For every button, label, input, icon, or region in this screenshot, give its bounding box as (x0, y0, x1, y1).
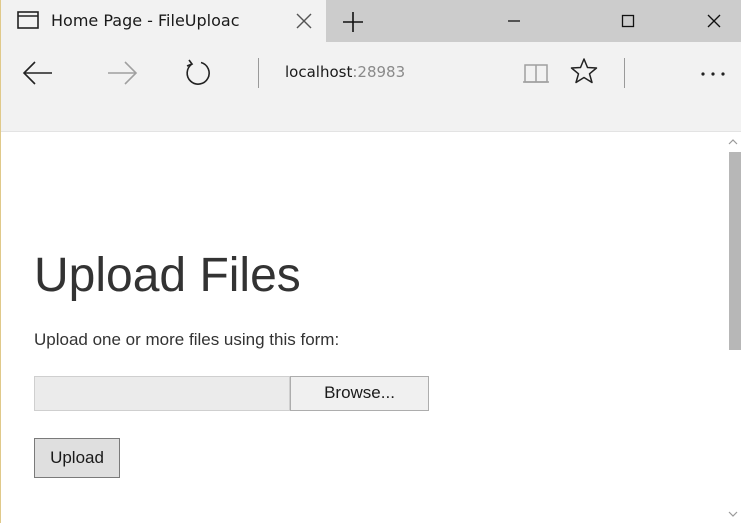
address-bar[interactable]: localhost:28983 (273, 56, 503, 88)
plus-icon[interactable] (339, 8, 367, 36)
star-icon[interactable] (567, 54, 601, 88)
tab-title: Home Page - FileUploac (51, 11, 240, 30)
address-host: localhost (285, 63, 353, 81)
upload-button[interactable]: Upload (34, 438, 120, 478)
page-subtitle: Upload one or more files using this form… (34, 330, 340, 349)
address-text: localhost:28983 (285, 63, 405, 81)
tab-strip: Home Page - FileUploac (1, 0, 741, 42)
scroll-thumb[interactable] (729, 152, 741, 350)
close-window-icon[interactable] (687, 0, 741, 42)
toolbar-divider (624, 58, 625, 88)
toolbar-divider (258, 58, 259, 88)
minimize-icon[interactable] (487, 0, 541, 42)
forward-arrow-icon[interactable] (105, 56, 139, 90)
back-arrow-icon[interactable] (21, 56, 55, 90)
vertical-scrollbar[interactable] (725, 132, 741, 523)
maximize-icon[interactable] (601, 0, 655, 42)
tab-home-page[interactable]: Home Page - FileUploac (1, 0, 326, 42)
scroll-down-icon[interactable] (728, 510, 738, 518)
more-icon[interactable] (691, 56, 735, 90)
browser-window: Home Page - FileUploac localhost:28983 U… (0, 0, 741, 523)
page-title: Upload Files (34, 249, 301, 302)
close-icon[interactable] (292, 9, 316, 33)
refresh-icon[interactable] (181, 56, 215, 90)
address-port: :28983 (352, 63, 406, 81)
page-content: Upload Files Upload one or more files us… (1, 132, 725, 523)
page-icon (17, 11, 39, 29)
file-path-field[interactable] (34, 376, 290, 411)
scroll-up-icon[interactable] (728, 138, 738, 146)
browse-button[interactable]: Browse... (290, 376, 429, 411)
navigation-toolbar: localhost:28983 (1, 42, 741, 132)
reading-view-icon[interactable] (519, 56, 553, 90)
